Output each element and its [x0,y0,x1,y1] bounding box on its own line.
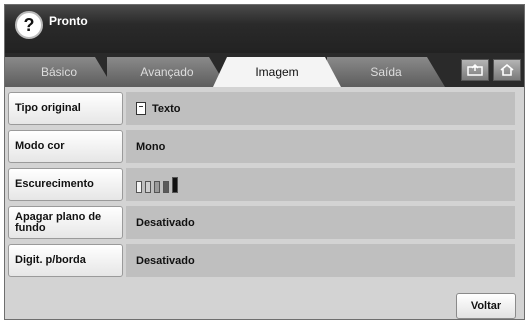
tab-label: Básico [40,65,78,79]
button-label: Apagar plano de fundo [15,210,102,234]
settings-panel: Tipo original Texto Modo cor Mono Escure… [5,87,524,319]
digit-borda-value: Desativado [126,244,515,277]
escurecimento-button[interactable]: Escurecimento [8,168,123,201]
tab-saida[interactable]: Saída [327,57,445,87]
tipo-original-value: Texto [126,92,515,125]
value-text: Texto [152,102,181,115]
modo-cor-button[interactable]: Modo cor [8,130,123,163]
button-label: Digit. p/borda [15,254,86,266]
setting-row-modo-cor: Modo cor Mono [8,130,515,163]
tab-bar: Básico Avançado Saída Imagem [5,53,524,87]
button-label: Tipo original [15,102,81,114]
button-label: Voltar [470,300,502,312]
value-text: Desativado [136,254,195,267]
tab-imagem[interactable]: Imagem [213,57,341,87]
value-text: Desativado [136,216,195,229]
tab-label: Avançado [140,65,194,79]
button-label: Modo cor [15,140,65,152]
level-segment [145,180,151,193]
document-icon [136,102,146,115]
value-text: Mono [136,140,166,153]
apagar-plano-value: Desativado [126,206,515,239]
apagar-plano-de-fundo-button[interactable]: Apagar plano de fundo [8,206,123,239]
modo-cor-value: Mono [126,130,515,163]
level-segment [154,180,160,193]
level-segment [136,180,142,193]
help-icon[interactable]: ? [15,11,43,39]
setting-row-digit-borda: Digit. p/borda Desativado [8,244,515,277]
voltar-button[interactable]: Voltar [456,293,516,319]
status-header: ? Pronto [5,5,524,53]
job-status-icon[interactable] [461,59,489,81]
copy-settings-screen: ? Pronto Básico Avançado Saída Imagem Ti… [4,4,525,320]
level-segment [163,180,169,193]
home-icon[interactable] [493,59,521,81]
button-label: Escurecimento [15,178,94,190]
escurecimento-value [126,168,515,201]
digit-borda-button[interactable]: Digit. p/borda [8,244,123,277]
setting-row-escurecimento: Escurecimento [8,168,515,201]
tab-basico[interactable]: Básico [5,57,113,87]
darkness-level-indicator [136,176,178,193]
setting-row-apagar-plano: Apagar plano de fundo Desativado [8,206,515,239]
level-segment-selected [172,176,178,193]
tab-avancado[interactable]: Avançado [107,57,227,87]
tipo-original-button[interactable]: Tipo original [8,92,123,125]
tab-label: Saída [370,65,402,79]
setting-row-tipo-original: Tipo original Texto [8,92,515,125]
status-text: Pronto [49,14,88,28]
tab-label: Imagem [255,65,299,79]
